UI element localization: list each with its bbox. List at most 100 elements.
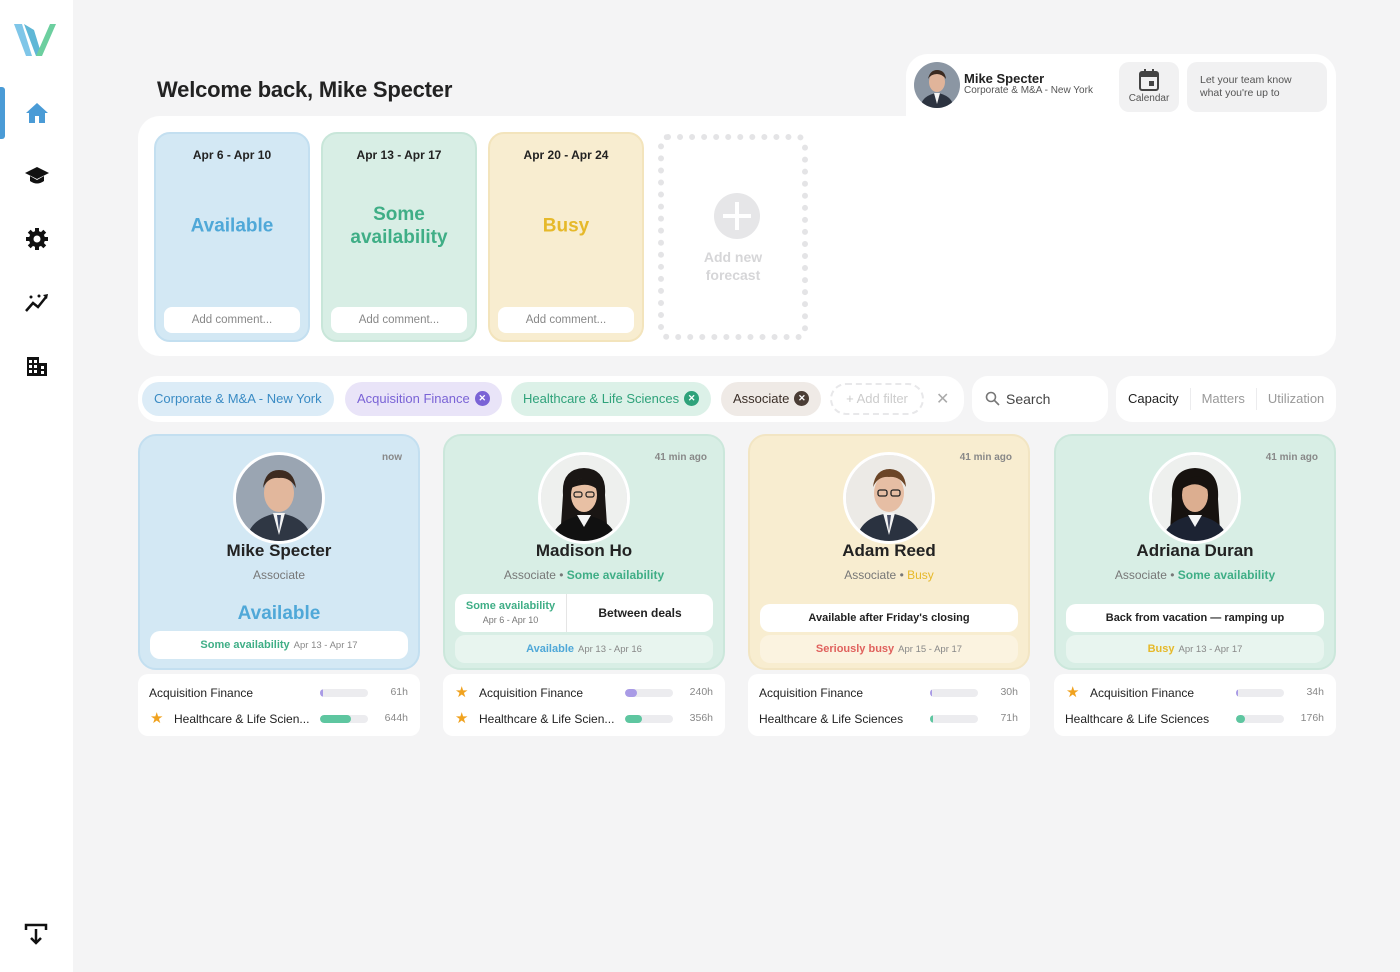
role-label: Associate bbox=[844, 568, 897, 582]
hours-bar bbox=[930, 715, 978, 723]
tab-capacity[interactable]: Capacity bbox=[1116, 388, 1190, 410]
forecast-comment-input[interactable]: Add comment... bbox=[164, 307, 300, 333]
split-dates: Apr 6 - Apr 10 bbox=[482, 615, 539, 625]
pill-dates: Apr 15 - Apr 17 bbox=[898, 644, 963, 655]
search-placeholder: Search bbox=[1006, 391, 1051, 407]
hours-bar bbox=[320, 689, 368, 697]
matter-name: Healthcare & Life Sciences bbox=[1065, 712, 1210, 726]
profile-name: Mike Specter bbox=[964, 71, 1045, 86]
remove-filter-icon[interactable]: ✕ bbox=[794, 391, 810, 407]
split-note: Between deals bbox=[598, 606, 682, 620]
active-nav-indicator bbox=[0, 87, 5, 139]
remove-filter-icon[interactable]: ✕ bbox=[684, 391, 700, 407]
add-forecast-label: forecast bbox=[705, 267, 761, 283]
forecast-dates: Apr 6 - Apr 10 bbox=[192, 148, 272, 162]
calendar-icon bbox=[1139, 69, 1159, 91]
matter-name: Acquisition Finance bbox=[1090, 686, 1195, 700]
person-role: Associate • Busy bbox=[844, 568, 934, 582]
forecast-card[interactable]: Apr 6 - Apr 10 Available Add comment... bbox=[154, 132, 310, 342]
add-forecast-button[interactable]: Add new forecast bbox=[658, 134, 808, 340]
matter-name: Acquisition Finance bbox=[759, 686, 864, 700]
forecast-pill: Some availability Apr 13 - Apr 17 bbox=[150, 631, 408, 659]
status-update-button[interactable]: Let your team know what you're up to bbox=[1187, 62, 1327, 112]
star-icon[interactable]: ★ bbox=[150, 709, 163, 727]
role-label: Associate bbox=[1114, 568, 1167, 582]
person-card[interactable]: now Mike Specter Associate Available Som… bbox=[138, 434, 420, 736]
person-role: Associate bbox=[252, 568, 306, 582]
matter-row[interactable]: Acquisition Finance 30h bbox=[748, 681, 1030, 705]
pill-dates: Apr 13 - Apr 17 bbox=[293, 640, 358, 651]
matter-name: Healthcare & Life Sciences bbox=[759, 712, 904, 726]
app-logo[interactable] bbox=[12, 20, 62, 60]
role-label: Associate bbox=[503, 568, 556, 582]
forecast-card[interactable]: Apr 20 - Apr 24 Busy Add comment... bbox=[488, 132, 644, 342]
forecast-panel: Apr 6 - Apr 10 Available Add comment... … bbox=[138, 116, 1336, 356]
matter-row[interactable]: ★ Acquisition Finance 240h bbox=[443, 681, 725, 705]
hours-bar bbox=[1236, 715, 1284, 723]
pill-status: Available bbox=[526, 643, 574, 655]
forecast-status: Available bbox=[190, 215, 274, 237]
clear-filters-icon[interactable]: ✕ bbox=[936, 389, 949, 409]
forecast-split: Some availability Apr 6 - Apr 10 Between … bbox=[455, 594, 713, 632]
calendar-label: Calendar bbox=[1128, 93, 1170, 104]
person-card-header: 41 min ago Adriana Duran Associate • Som… bbox=[1054, 434, 1336, 670]
status-note: Back from vacation — ramping up bbox=[1066, 604, 1324, 632]
star-icon[interactable]: ★ bbox=[1066, 683, 1079, 701]
add-filter-button[interactable]: + Add filter bbox=[830, 383, 924, 415]
avatar bbox=[233, 452, 325, 544]
person-name: Adriana Duran bbox=[1136, 541, 1254, 560]
person-name: Mike Specter bbox=[226, 541, 332, 560]
pill-status: Some availability bbox=[200, 639, 290, 651]
forecast-card[interactable]: Apr 13 - Apr 17 Some availability Add co… bbox=[321, 132, 477, 342]
matter-name: Acquisition Finance bbox=[479, 686, 584, 700]
role-status: Some availability bbox=[566, 568, 665, 582]
hours-bar bbox=[930, 689, 978, 697]
forecast-comment-input[interactable]: Add comment... bbox=[498, 307, 634, 333]
search-input[interactable]: Search bbox=[972, 376, 1108, 422]
avatar bbox=[1149, 452, 1241, 544]
person-name: Madison Ho bbox=[535, 541, 633, 560]
gear-icon[interactable] bbox=[22, 224, 52, 254]
home-icon[interactable] bbox=[22, 98, 52, 128]
avatar[interactable] bbox=[914, 62, 960, 108]
tab-matters[interactable]: Matters bbox=[1189, 388, 1256, 410]
matter-row[interactable]: Healthcare & Life Sciences 71h bbox=[748, 707, 1030, 731]
add-forecast-label: Add new bbox=[703, 249, 763, 265]
avatar bbox=[843, 452, 935, 544]
status-note: Available after Friday's closing bbox=[760, 604, 1018, 632]
matter-hours: 71h bbox=[1000, 712, 1018, 724]
avatar bbox=[538, 452, 630, 544]
matter-row[interactable]: ★ Healthcare & Life Scien... 644h bbox=[138, 707, 420, 731]
graduation-cap-icon[interactable] bbox=[22, 161, 52, 191]
matter-row[interactable]: Healthcare & Life Sciences 176h bbox=[1054, 707, 1336, 731]
remove-filter-icon[interactable]: ✕ bbox=[474, 391, 490, 407]
matter-name: Healthcare & Life Scien... bbox=[479, 712, 615, 726]
filter-chip-label: Acquisition Finance bbox=[357, 391, 470, 406]
filter-chip[interactable]: Healthcare & Life Sciences ✕ bbox=[511, 382, 712, 416]
hours-bar bbox=[1236, 689, 1284, 697]
filter-chip[interactable]: Corporate & M&A - New York bbox=[142, 382, 334, 416]
star-icon[interactable]: ★ bbox=[455, 683, 468, 701]
forecast-comment-input[interactable]: Add comment... bbox=[331, 307, 467, 333]
analytics-icon[interactable] bbox=[22, 288, 52, 318]
matter-hours: 644h bbox=[384, 712, 408, 724]
building-icon[interactable] bbox=[22, 351, 52, 381]
person-card[interactable]: 41 min ago Adriana Duran Associate • Som… bbox=[1054, 434, 1336, 736]
calendar-button[interactable]: Calendar bbox=[1119, 62, 1179, 112]
matter-hours: 356h bbox=[689, 712, 713, 724]
star-icon[interactable]: ★ bbox=[455, 709, 468, 727]
export-icon[interactable] bbox=[24, 922, 48, 951]
pill-dates: Apr 13 - Apr 16 bbox=[578, 644, 642, 655]
person-role: Associate • Some availability bbox=[503, 568, 665, 582]
last-updated: 41 min ago bbox=[959, 452, 1012, 463]
filter-chip[interactable]: Acquisition Finance ✕ bbox=[345, 382, 502, 416]
matter-row[interactable]: Acquisition Finance 61h bbox=[138, 681, 420, 705]
tab-utilization[interactable]: Utilization bbox=[1255, 388, 1335, 410]
person-card[interactable]: 41 min ago Madison Ho Associate • Some a… bbox=[443, 434, 725, 736]
person-card[interactable]: 41 min ago Adam Reed Associate • Busy Av… bbox=[748, 434, 1030, 736]
matter-row[interactable]: ★ Healthcare & Life Scien... 356h bbox=[443, 707, 725, 731]
filter-chip[interactable]: Associate ✕ bbox=[721, 382, 822, 416]
matter-row[interactable]: ★ Acquisition Finance 34h bbox=[1054, 681, 1336, 705]
pill-status: Seriously busy bbox=[815, 643, 895, 655]
split-status: Some availability bbox=[465, 600, 556, 612]
